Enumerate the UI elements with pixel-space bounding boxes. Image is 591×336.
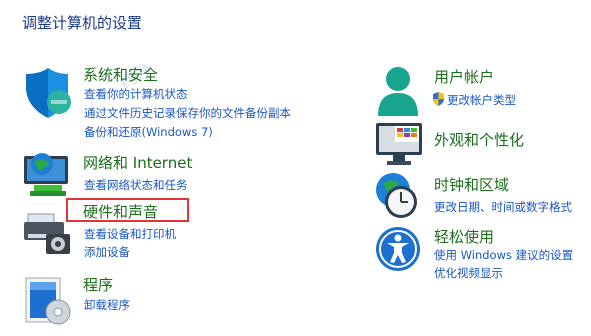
printer-icon[interactable] xyxy=(22,210,72,256)
category-user-accounts[interactable]: 用户帐户 xyxy=(434,66,494,87)
link-change-account-type[interactable]: 更改帐户类型 xyxy=(447,92,516,108)
shield-icon[interactable] xyxy=(22,66,72,120)
link-uninstall-program[interactable]: 卸载程序 xyxy=(84,297,130,313)
uac-shield-icon xyxy=(432,91,445,110)
programs-icon[interactable] xyxy=(22,276,72,326)
link-network-status[interactable]: 查看网络状态和任务 xyxy=(84,177,188,193)
network-icon[interactable] xyxy=(22,152,72,198)
link-windows-recommended-settings[interactable]: 使用 Windows 建议的设置 xyxy=(434,247,573,263)
category-appearance[interactable]: 外观和个性化 xyxy=(434,129,524,150)
page-title: 调整计算机的设置 xyxy=(22,14,143,32)
link-change-date-time[interactable]: 更改日期、时间或数字格式 xyxy=(434,199,572,215)
link-file-history[interactable]: 通过文件历史记录保存你的文件备份副本 xyxy=(84,105,291,121)
link-optimize-display[interactable]: 优化视频显示 xyxy=(434,265,503,281)
category-system-security[interactable]: 系统和安全 xyxy=(83,64,158,85)
link-view-computer-status[interactable]: 查看你的计算机状态 xyxy=(84,86,188,102)
category-hardware-sound[interactable]: 硬件和声音 xyxy=(83,201,158,222)
link-add-device[interactable]: 添加设备 xyxy=(84,244,130,260)
category-clock-region[interactable]: 时钟和区域 xyxy=(434,174,509,195)
clock-region-icon[interactable] xyxy=(375,172,421,220)
category-network[interactable]: 网络和 Internet xyxy=(83,152,192,173)
user-accounts-icon[interactable] xyxy=(375,66,421,116)
ease-of-access-icon[interactable] xyxy=(375,226,421,272)
appearance-icon[interactable] xyxy=(375,122,425,166)
category-programs[interactable]: 程序 xyxy=(83,274,113,295)
link-devices-printers[interactable]: 查看设备和打印机 xyxy=(84,226,176,242)
category-ease-of-access[interactable]: 轻松使用 xyxy=(434,226,494,247)
link-backup-restore[interactable]: 备份和还原(Windows 7) xyxy=(84,124,213,140)
